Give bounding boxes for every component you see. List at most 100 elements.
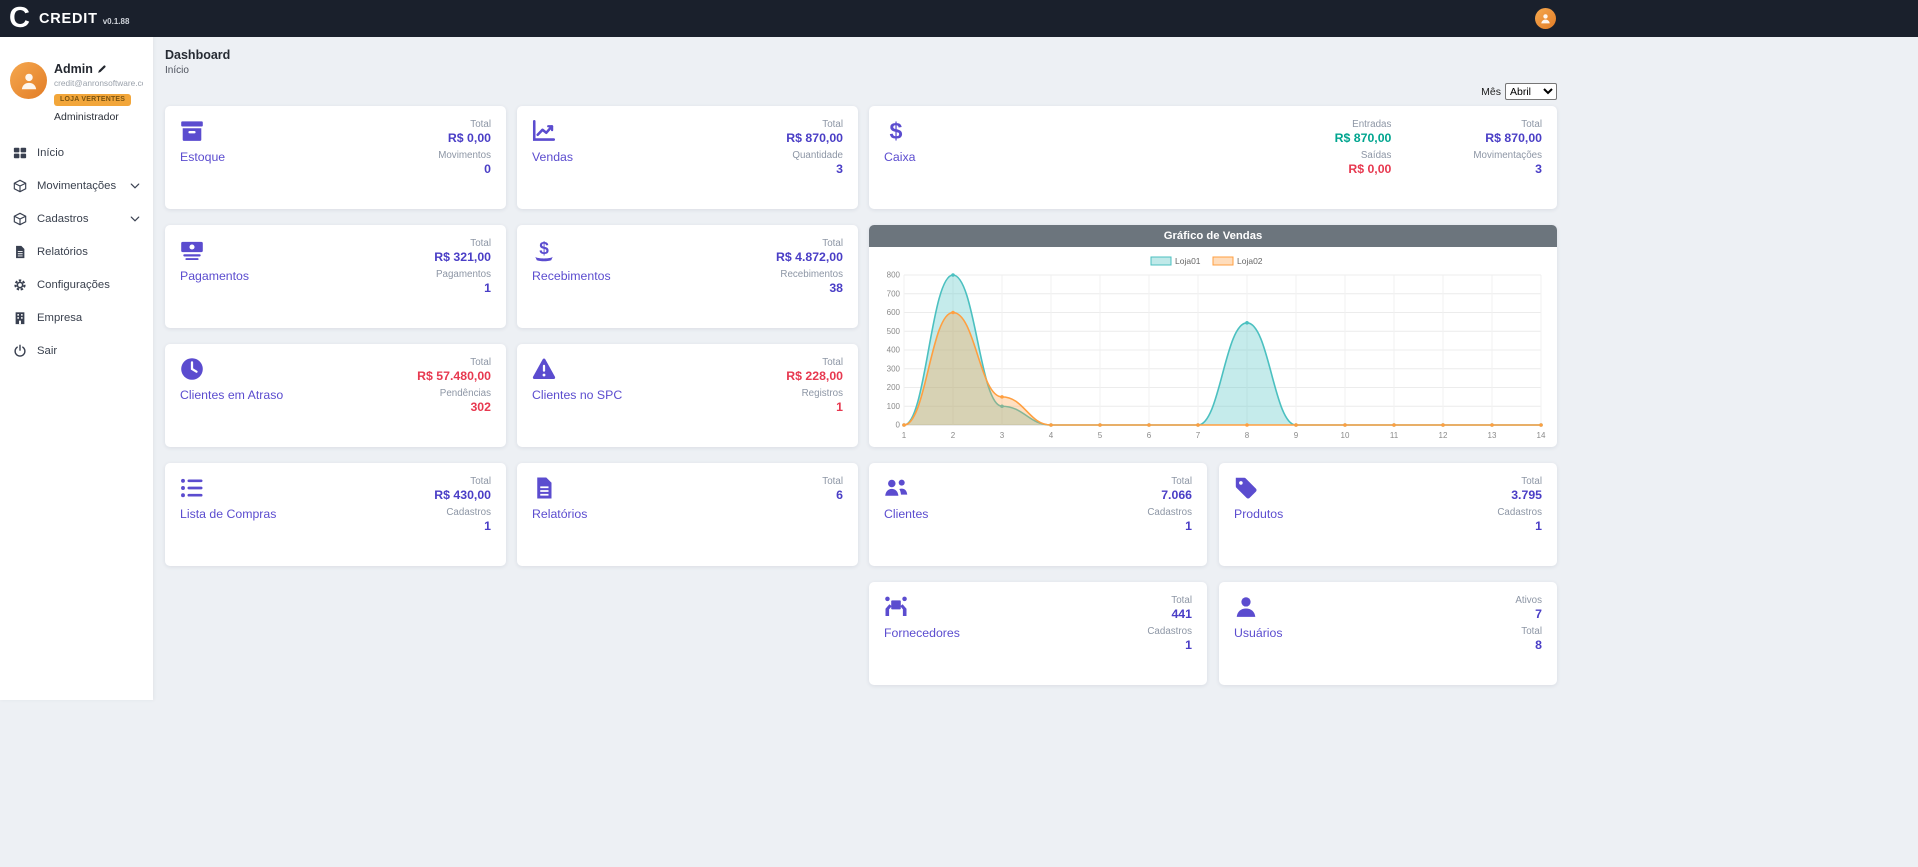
sidebar-item-relatorios[interactable]: Relatórios xyxy=(0,235,153,268)
controls-row: Mês Abril xyxy=(165,83,1557,100)
money-receive-icon: $ xyxy=(532,238,556,262)
stat-label: Total xyxy=(434,238,491,250)
sidebar-item-configuracoes[interactable]: Configurações xyxy=(0,268,153,301)
stat: Pendências 302 xyxy=(417,388,491,416)
sidebar: Admin credit@anronsoftware.co... LOJA VE… xyxy=(0,37,153,700)
card-clientes[interactable]: Clientes Total 7.066 Cadastros 1 xyxy=(869,463,1207,566)
stat: Total 8 xyxy=(1515,626,1542,654)
sidebar-item-empresa[interactable]: Empresa xyxy=(0,301,153,334)
stat: Movimentos 0 xyxy=(438,150,491,178)
stat-value: 7.066 xyxy=(1147,488,1192,504)
power-icon xyxy=(13,344,27,358)
stat: Total 441 xyxy=(1147,595,1192,623)
stat: Cadastros 1 xyxy=(1147,507,1192,535)
stat-label: Total xyxy=(434,476,491,488)
carry-box-icon xyxy=(884,595,908,619)
card-stats: Ativos 7 Total 8 xyxy=(1515,595,1542,673)
stat-label: Pagamentos xyxy=(434,269,491,281)
card-vendas[interactable]: Vendas Total R$ 870,00 Quantidade 3 xyxy=(517,106,858,209)
card-title: Fornecedores xyxy=(884,626,960,640)
profile-avatar[interactable] xyxy=(10,62,47,99)
stat-value: R$ 870,00 xyxy=(1335,131,1392,147)
stat: Cadastros 1 xyxy=(1147,626,1192,654)
card-title: Produtos xyxy=(1234,507,1283,521)
profile-block: Admin credit@anronsoftware.co... LOJA VE… xyxy=(0,37,153,123)
svg-text:4: 4 xyxy=(1049,431,1054,440)
file-lines-icon xyxy=(532,476,556,500)
svg-text:0: 0 xyxy=(896,421,901,430)
stat-value: R$ 0,00 xyxy=(1335,162,1392,178)
card-clientes-em-atraso[interactable]: Clientes em Atraso Total R$ 57.480,00 Pe… xyxy=(165,344,506,447)
card-left: Estoque xyxy=(180,119,225,197)
card-left: Pagamentos xyxy=(180,238,249,316)
sidebar-item-movimentacoes[interactable]: Movimentações xyxy=(0,169,153,202)
sales-chart: 0100200300400500600700800123456789101112… xyxy=(869,247,1557,447)
stat-value: R$ 430,00 xyxy=(434,488,491,504)
card-fornecedores[interactable]: Fornecedores Total 441 Cadastros 1 xyxy=(869,582,1207,685)
card-recebimentos[interactable]: $ Recebimentos Total R$ 4.872,00 Recebim… xyxy=(517,225,858,328)
app-logo: C xyxy=(9,4,29,33)
list-icon xyxy=(180,476,204,500)
stat: Pagamentos 1 xyxy=(434,269,491,297)
svg-text:2: 2 xyxy=(951,431,956,440)
card-caixa[interactable]: $ Caixa Entradas R$ 870,00 Saídas R$ 0,0… xyxy=(869,106,1557,209)
svg-text:500: 500 xyxy=(887,327,901,336)
svg-text:14: 14 xyxy=(1537,431,1546,440)
profile-role: Administrador xyxy=(54,111,143,123)
stat-value: R$ 0,00 xyxy=(438,131,491,147)
tag-icon xyxy=(1234,476,1258,500)
stat-value: R$ 870,00 xyxy=(786,131,843,147)
stat: Entradas R$ 870,00 xyxy=(1335,119,1392,147)
stat-label: Cadastros xyxy=(434,507,491,519)
stat-label: Recebimentos xyxy=(776,269,843,281)
sidebar-item-cadastros[interactable]: Cadastros xyxy=(0,202,153,235)
archive-icon xyxy=(180,119,204,143)
card-left: Produtos xyxy=(1234,476,1283,554)
stat: Total 3.795 xyxy=(1497,476,1542,504)
stat-label: Total xyxy=(786,119,843,131)
right-bottom-grid: Clientes Total 7.066 Cadastros 1 Produto… xyxy=(869,463,1557,685)
card-stats: Entradas R$ 870,00 Saídas R$ 0,00 xyxy=(1335,119,1392,197)
stat-label: Quantidade xyxy=(786,150,843,162)
stat-label: Cadastros xyxy=(1147,626,1192,638)
box-icon xyxy=(13,179,27,193)
stat-value: 1 xyxy=(1497,519,1542,535)
stat: Total 6 xyxy=(822,476,843,504)
month-select[interactable]: Abril xyxy=(1505,83,1557,100)
left-card-group: Estoque Total R$ 0,00 Movimentos 0 Venda… xyxy=(165,106,858,566)
sidebar-item-sair[interactable]: Sair xyxy=(0,334,153,367)
user-avatar[interactable] xyxy=(1535,8,1556,29)
stat-value: 1 xyxy=(434,519,491,535)
app-version: v0.1.88 xyxy=(103,17,130,26)
stat-label: Total xyxy=(438,119,491,131)
stat-label: Total xyxy=(786,357,843,369)
card-produtos[interactable]: Produtos Total 3.795 Cadastros 1 xyxy=(1219,463,1557,566)
svg-text:200: 200 xyxy=(887,383,901,392)
stat-value: R$ 4.872,00 xyxy=(776,250,843,266)
svg-text:5: 5 xyxy=(1098,431,1103,440)
card-stats: Total R$ 4.872,00 Recebimentos 38 xyxy=(776,238,843,316)
svg-text:300: 300 xyxy=(887,364,901,373)
card-usuarios[interactable]: Usuários Ativos 7 Total 8 xyxy=(1219,582,1557,685)
money-icon xyxy=(180,238,204,262)
stat: Ativos 7 xyxy=(1515,595,1542,623)
card-title: Estoque xyxy=(180,150,225,164)
card-relatorios[interactable]: Relatórios Total 6 xyxy=(517,463,858,566)
svg-text:11: 11 xyxy=(1390,431,1399,440)
edit-profile-icon[interactable] xyxy=(97,65,106,74)
card-stats: Total R$ 870,00 Movimentações 3 xyxy=(1473,119,1542,197)
profile-email: credit@anronsoftware.co... xyxy=(54,78,143,88)
sidebar-item-inicio[interactable]: Início xyxy=(0,136,153,169)
svg-text:9: 9 xyxy=(1294,431,1299,440)
card-stats: Total 441 Cadastros 1 xyxy=(1147,595,1192,673)
topbar: C CREDIT v0.1.88 xyxy=(0,0,1918,37)
card-estoque[interactable]: Estoque Total R$ 0,00 Movimentos 0 xyxy=(165,106,506,209)
card-lista-de-compras[interactable]: Lista de Compras Total R$ 430,00 Cadastr… xyxy=(165,463,506,566)
card-left: Relatórios xyxy=(532,476,587,554)
card-title: Pagamentos xyxy=(180,269,249,283)
stat: Cadastros 1 xyxy=(1497,507,1542,535)
sidebar-item-label: Empresa xyxy=(37,312,82,324)
card-pagamentos[interactable]: Pagamentos Total R$ 321,00 Pagamentos 1 xyxy=(165,225,506,328)
card-clientes-no-spc[interactable]: Clientes no SPC Total R$ 228,00 Registro… xyxy=(517,344,858,447)
svg-text:100: 100 xyxy=(887,402,901,411)
